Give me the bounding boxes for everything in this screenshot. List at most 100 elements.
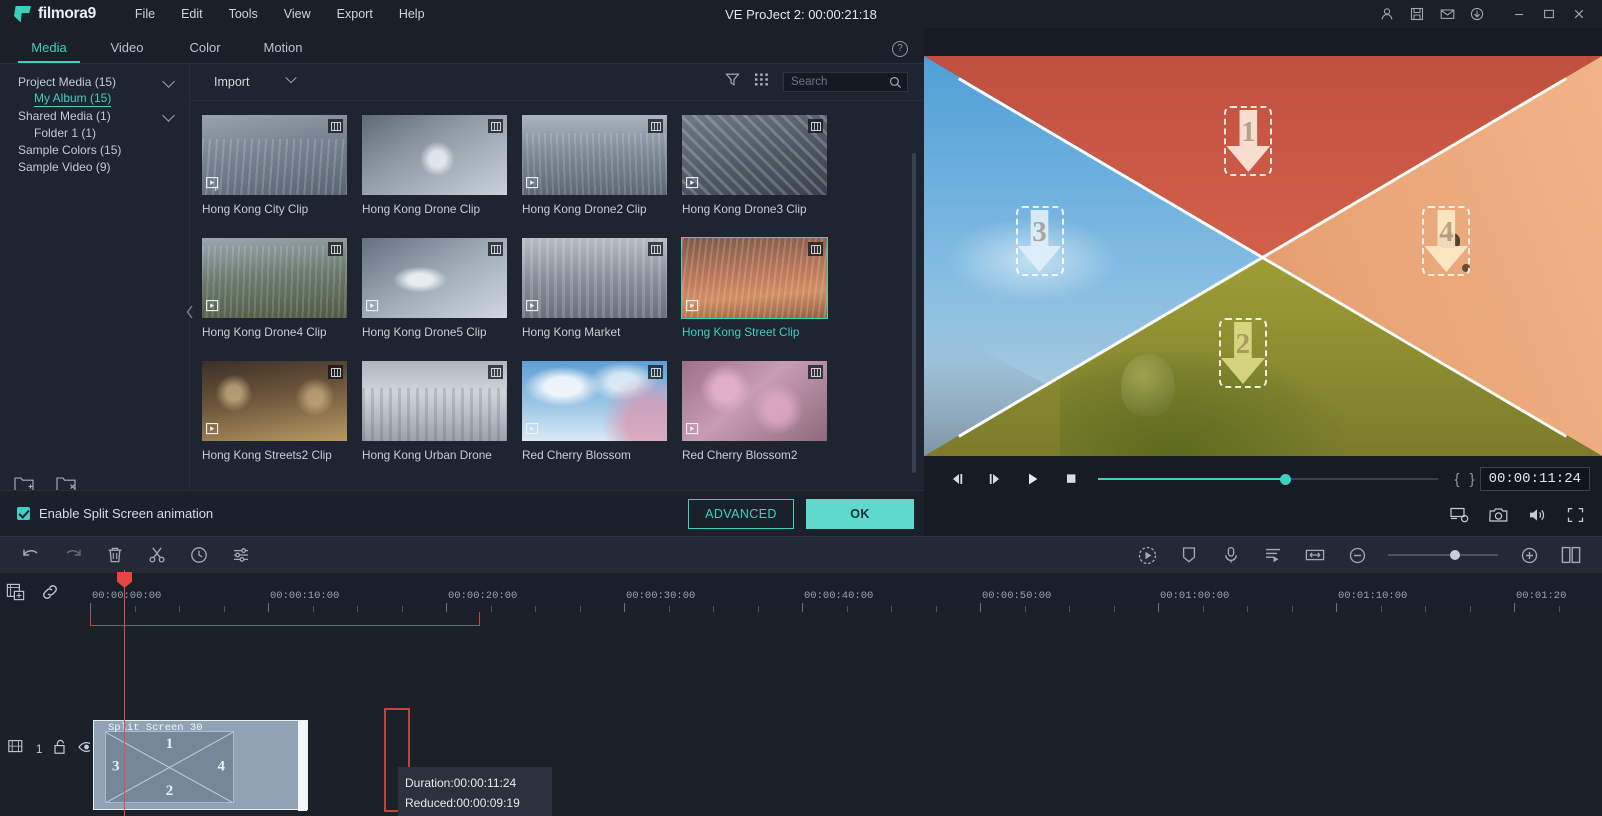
drop-zone-3[interactable]: 3: [1015, 206, 1064, 276]
add-media-icon[interactable]: [6, 583, 25, 606]
media-item[interactable]: Hong Kong Urban Drone: [362, 361, 522, 462]
preview-play-icon[interactable]: [526, 177, 542, 192]
preview-play-icon[interactable]: [366, 300, 382, 315]
search-box[interactable]: [783, 72, 908, 92]
timeline-zoom-slider[interactable]: [1388, 546, 1498, 564]
timeline-body[interactable]: 1 Split Screen 30 1 2 3 4 Duration:00:00…: [0, 612, 1602, 816]
preview-timecode[interactable]: 00:00:11:24: [1479, 467, 1590, 491]
drop-zone-1[interactable]: 1: [1224, 106, 1273, 176]
media-thumbnail[interactable]: [522, 238, 667, 318]
timeline-clip[interactable]: Split Screen 30 1 2 3 4: [93, 720, 308, 811]
menu-bar[interactable]: File Edit Tools View Export Help: [122, 3, 438, 25]
tree-item-shared-media[interactable]: Shared Media (1): [0, 107, 189, 124]
tree-item-project-media[interactable]: Project Media (15): [0, 73, 189, 90]
media-item[interactable]: Hong Kong Market: [522, 238, 682, 339]
media-tree[interactable]: Project Media (15) My Album (15) Shared …: [0, 64, 189, 175]
media-item[interactable]: Hong Kong Drone5 Clip: [362, 238, 522, 339]
undo-icon[interactable]: [10, 536, 52, 574]
adjust-sliders-icon[interactable]: [220, 536, 262, 574]
save-icon[interactable]: [1402, 0, 1432, 28]
advanced-button[interactable]: ADVANCED: [688, 498, 794, 529]
preview-play-icon[interactable]: [686, 177, 702, 192]
close-icon[interactable]: [1564, 0, 1594, 28]
timeline-ruler[interactable]: 00:00:00:00 00:00:10:00 00:00:20:00 00:0…: [0, 574, 1602, 612]
mark-in-icon[interactable]: {: [1450, 471, 1465, 488]
maximize-icon[interactable]: [1534, 0, 1564, 28]
clip-trim-handle-right[interactable]: [298, 721, 307, 811]
media-item[interactable]: Hong Kong Drone4 Clip: [202, 238, 362, 339]
scrubber-knob[interactable]: [1279, 473, 1291, 485]
help-icon[interactable]: ?: [892, 41, 908, 57]
chevron-down-icon[interactable]: [162, 75, 175, 88]
media-thumbnail[interactable]: [681, 237, 828, 319]
ok-button[interactable]: OK: [806, 498, 914, 529]
fit-timeline-icon[interactable]: [1294, 536, 1336, 574]
play-icon[interactable]: [1014, 464, 1052, 494]
chevron-down-icon[interactable]: [285, 72, 298, 84]
ruler-scale[interactable]: 00:00:00:00 00:00:10:00 00:00:20:00 00:0…: [90, 574, 1602, 612]
media-thumbnail[interactable]: [362, 361, 507, 441]
download-icon[interactable]: [1462, 0, 1492, 28]
media-thumbnail[interactable]: [202, 238, 347, 318]
delete-icon[interactable]: [94, 536, 136, 574]
media-item[interactable]: Hong Kong Drone Clip: [362, 115, 522, 216]
tab-color[interactable]: Color: [166, 40, 244, 63]
media-thumbnail[interactable]: [202, 361, 347, 441]
tab-motion[interactable]: Motion: [244, 40, 322, 63]
render-preview-icon[interactable]: [1450, 507, 1469, 528]
search-icon[interactable]: [889, 76, 902, 94]
zoom-slider-knob[interactable]: [1449, 550, 1460, 560]
playhead[interactable]: [117, 570, 132, 816]
media-grid[interactable]: P Hong Kong City Clip Hong Kong Drone Cl…: [202, 115, 924, 484]
preview-play-icon[interactable]: [686, 423, 702, 438]
media-grid-wrap[interactable]: P Hong Kong City Clip Hong Kong Drone Cl…: [190, 101, 924, 496]
tab-video[interactable]: Video: [88, 40, 166, 63]
unlock-icon[interactable]: [53, 739, 67, 760]
preview-play-icon[interactable]: [206, 300, 222, 315]
preview-play-icon[interactable]: P: [206, 177, 222, 193]
media-thumbnail[interactable]: [682, 361, 827, 441]
tree-item-my-album[interactable]: My Album (15): [0, 90, 189, 107]
enable-split-screen-animation-checkbox[interactable]: Enable Split Screen animation: [17, 506, 213, 521]
track-header[interactable]: 1: [0, 739, 96, 760]
preview-play-icon[interactable]: [206, 423, 222, 438]
zoom-in-icon[interactable]: [1508, 536, 1550, 574]
filter-icon[interactable]: [725, 72, 740, 92]
tab-media[interactable]: Media: [10, 40, 88, 63]
minimize-icon[interactable]: [1504, 0, 1534, 28]
voiceover-mic-icon[interactable]: [1210, 536, 1252, 574]
next-frame-icon[interactable]: [976, 464, 1014, 494]
tree-item-sample-colors[interactable]: Sample Colors (15): [0, 141, 189, 158]
grid-view-icon[interactable]: [754, 72, 769, 92]
render-preview-icon[interactable]: [1126, 536, 1168, 574]
menu-edit[interactable]: Edit: [168, 3, 216, 25]
media-scrollbar[interactable]: [912, 153, 916, 473]
snapshot-icon[interactable]: [1489, 507, 1508, 528]
mail-icon[interactable]: [1432, 0, 1462, 28]
media-thumbnail[interactable]: [522, 115, 667, 195]
speed-clock-icon[interactable]: [178, 536, 220, 574]
marker-icon[interactable]: [1168, 536, 1210, 574]
menu-tools[interactable]: Tools: [216, 3, 271, 25]
import-button[interactable]: Import: [214, 75, 249, 89]
media-item-selected[interactable]: Hong Kong Street Clip: [681, 237, 842, 339]
volume-icon[interactable]: [1528, 507, 1547, 528]
preview-play-icon[interactable]: [526, 423, 542, 438]
media-item[interactable]: Hong Kong Streets2 Clip: [202, 361, 362, 462]
account-icon[interactable]: [1372, 0, 1402, 28]
video-preview[interactable]: 1 2 3 4: [924, 56, 1602, 456]
menu-file[interactable]: File: [122, 3, 168, 25]
preview-play-icon[interactable]: [686, 300, 702, 315]
chevron-down-icon[interactable]: [162, 109, 175, 122]
media-thumbnail[interactable]: [362, 115, 507, 195]
menu-view[interactable]: View: [271, 3, 324, 25]
media-item[interactable]: Hong Kong Drone2 Clip: [522, 115, 682, 216]
fullscreen-icon[interactable]: [1567, 507, 1584, 528]
tree-item-sample-video[interactable]: Sample Video (9): [0, 158, 189, 175]
drop-zone-2[interactable]: 2: [1218, 318, 1267, 388]
checkbox-icon[interactable]: [17, 507, 30, 520]
split-view-icon[interactable]: [1550, 536, 1592, 574]
media-item[interactable]: Red Cherry Blossom: [522, 361, 682, 462]
media-item[interactable]: P Hong Kong City Clip: [202, 115, 362, 216]
preview-play-icon[interactable]: [526, 300, 542, 315]
